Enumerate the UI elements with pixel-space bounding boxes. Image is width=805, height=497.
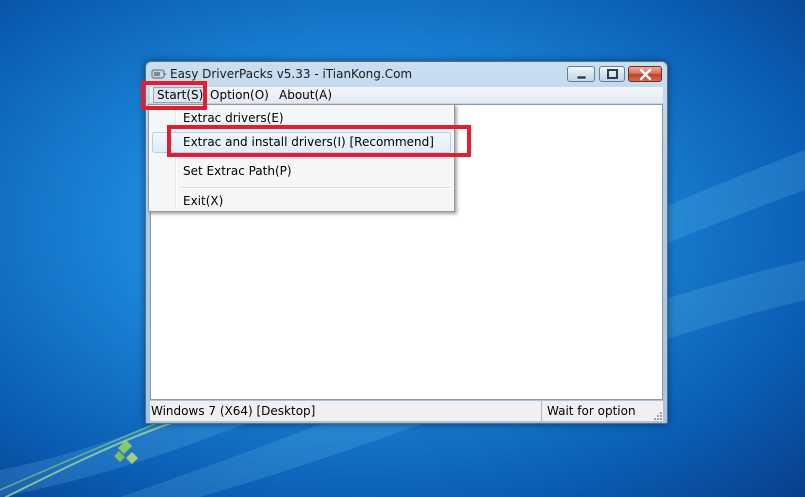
menu-option[interactable]: Option(O) <box>207 87 272 103</box>
menu-item-set-extract-path[interactable]: Set Extrac Path(P) <box>183 161 292 181</box>
status-bar: Windows 7 (X64) [Desktop] Wait for optio… <box>150 401 663 421</box>
menu-about[interactable]: About(A) <box>276 87 335 103</box>
menu-item-exit[interactable]: Exit(X) <box>183 191 223 211</box>
menu-bar: Start(S) Option(O) About(A) <box>150 87 663 103</box>
menu-separator <box>179 158 451 160</box>
close-icon <box>639 68 652 81</box>
close-button[interactable] <box>628 66 662 82</box>
app-icon <box>151 68 167 80</box>
highlight-box-start-menu <box>141 81 207 110</box>
status-message: Wait for option <box>547 404 636 418</box>
maximize-icon <box>607 69 618 79</box>
menu-gutter <box>175 107 177 209</box>
start-dropdown-menu: Extrac drivers(E) Extrac and install dri… <box>148 104 455 212</box>
window-title: Easy DriverPacks v5.33 - iTianKong.Com <box>170 67 413 81</box>
highlight-box-install-option <box>167 125 471 157</box>
menu-separator <box>179 187 451 189</box>
minimize-icon <box>576 75 587 80</box>
minimize-button[interactable] <box>567 66 595 82</box>
maximize-button[interactable] <box>599 66 625 82</box>
title-bar[interactable]: Easy DriverPacks v5.33 - iTianKong.Com <box>146 62 667 86</box>
resize-grip-icon[interactable] <box>652 410 662 420</box>
status-os-info: Windows 7 (X64) [Desktop] <box>150 401 542 421</box>
